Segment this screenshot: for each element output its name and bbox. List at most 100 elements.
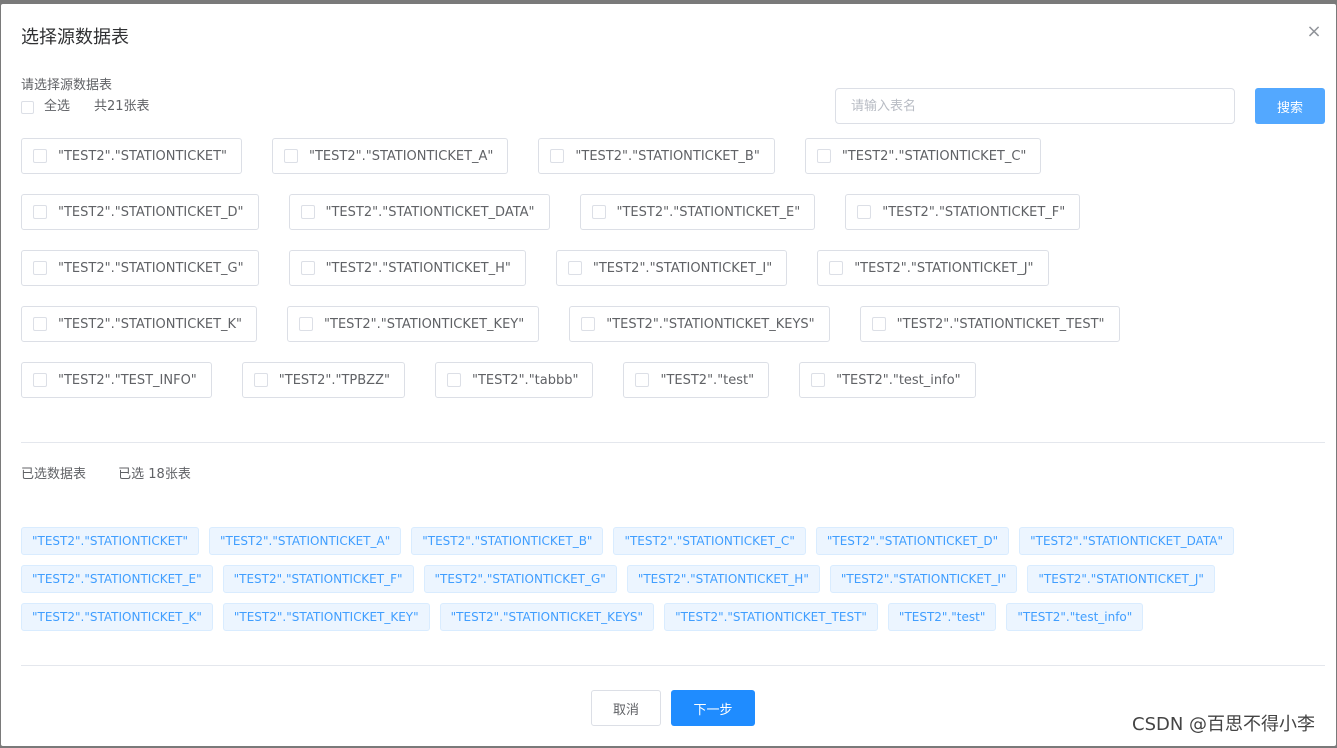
table-checkbox-label: "TEST2"."STATIONTICKET_F" — [882, 204, 1066, 220]
table-checkbox-label: "TEST2"."STATIONTICKET_B" — [575, 148, 760, 164]
table-checkbox-item[interactable]: "TEST2"."STATIONTICKET_TEST" — [859, 306, 1120, 342]
table-checkbox-label: "TEST2"."STATIONTICKET_DATA" — [325, 204, 535, 220]
selected-table-tag: "TEST2"."STATIONTICKET_K" — [21, 603, 213, 631]
selected-table-tag: "TEST2"."STATIONTICKET" — [21, 527, 199, 555]
tag-row: "TEST2"."STATIONTICKET" "TEST2"."STATIONT… — [21, 527, 1321, 555]
search-button[interactable]: 搜索 — [1255, 88, 1325, 124]
selected-table-tag: "TEST2"."STATIONTICKET_G" — [423, 565, 617, 593]
checkbox-icon[interactable] — [33, 261, 47, 275]
table-checkbox-item[interactable]: "TEST2"."STATIONTICKET_G" — [21, 250, 259, 286]
table-checkbox-label: "TEST2"."test" — [660, 372, 755, 388]
checkbox-icon[interactable] — [33, 373, 47, 387]
selected-table-tag: "TEST2"."STATIONTICKET_E" — [21, 565, 213, 593]
table-checkbox-item[interactable]: "TEST2"."STATIONTICKET_KEYS" — [569, 306, 830, 342]
selected-tag-list: "TEST2"."STATIONTICKET" "TEST2"."STATIONT… — [21, 527, 1321, 641]
checkbox-icon[interactable] — [857, 205, 872, 219]
checkbox-icon[interactable] — [33, 205, 47, 219]
checkbox-icon[interactable] — [550, 149, 565, 163]
table-checkbox-label: "TEST2"."STATIONTICKET_G" — [58, 260, 244, 276]
table-checkbox-item[interactable]: "TEST2"."STATIONTICKET_E" — [579, 194, 816, 230]
selected-table-tag: "TEST2"."STATIONTICKET_TEST" — [664, 603, 878, 631]
watermark: CSDN @百思不得小李 — [1132, 714, 1316, 735]
select-all-label: 全选 — [44, 99, 71, 114]
table-checkbox-label: "TEST2"."STATIONTICKET_I" — [592, 260, 773, 276]
next-step-button[interactable]: 下一步 — [671, 690, 755, 726]
table-checkbox-label: "TEST2"."STATIONTICKET" — [58, 148, 227, 164]
selected-table-tag: "TEST2"."test" — [887, 603, 997, 631]
select-all-checkbox[interactable]: 全选 共21张表 — [21, 99, 150, 115]
table-checkbox-item[interactable]: "TEST2"."STATIONTICKET" — [21, 138, 242, 174]
table-checkbox-item[interactable]: "TEST2"."STATIONTICKET_C" — [804, 138, 1042, 174]
table-checkbox-item[interactable]: "TEST2"."STATIONTICKET_J" — [817, 250, 1049, 286]
table-checkbox-item[interactable]: "TEST2"."STATIONTICKET_K" — [21, 306, 258, 342]
checkbox-icon[interactable] — [829, 261, 844, 275]
table-checkbox-item[interactable]: "TEST2"."STATIONTICKET_A" — [272, 138, 509, 174]
table-checkbox-label: "TEST2"."test_info" — [836, 372, 961, 388]
table-checkbox-label: "TEST2"."STATIONTICKET_A" — [309, 148, 494, 164]
table-checkbox-label: "TEST2"."tabbb" — [471, 372, 579, 388]
checkbox-icon[interactable] — [591, 205, 606, 219]
selected-table-tag: "TEST2"."STATIONTICKET_C" — [613, 527, 806, 555]
checkbox-icon[interactable] — [816, 149, 831, 163]
table-row: "TEST2"."STATIONTICKET" "TEST2"."STATIONT… — [21, 138, 1321, 174]
cancel-button[interactable]: 取消 — [591, 690, 661, 726]
table-checkbox-label: "TEST2"."STATIONTICKET_K" — [58, 316, 243, 332]
checkbox-icon[interactable] — [300, 261, 315, 275]
table-row: "TEST2"."TEST_INFO" "TEST2"."TPBZZ" "TEST2… — [21, 362, 1321, 398]
table-checkbox-item[interactable]: "TEST2"."STATIONTICKET_I" — [555, 250, 788, 286]
checkbox-icon[interactable] — [581, 317, 596, 331]
checkbox-icon[interactable] — [284, 149, 298, 163]
checkbox-icon[interactable] — [299, 317, 314, 331]
close-icon[interactable]: × — [1306, 23, 1322, 41]
checkbox-icon[interactable] — [871, 317, 886, 331]
table-checkbox-item[interactable]: "TEST2"."STATIONTICKET_H" — [288, 250, 526, 286]
tag-row: "TEST2"."STATIONTICKET_K" "TEST2"."STATIO… — [21, 603, 1321, 631]
selected-table-tag: "TEST2"."STATIONTICKET_I" — [829, 565, 1018, 593]
selected-table-tag: "TEST2"."STATIONTICKET_KEYS" — [439, 603, 655, 631]
checkbox-icon[interactable] — [253, 373, 268, 387]
table-search-input[interactable] — [835, 88, 1235, 124]
table-checkbox-item[interactable]: "TEST2"."TEST_INFO" — [21, 362, 212, 398]
table-checkbox-label: "TEST2"."STATIONTICKET_TEST" — [896, 316, 1105, 332]
section-divider — [21, 442, 1325, 443]
table-checkbox-label: "TEST2"."STATIONTICKET_H" — [325, 260, 511, 276]
source-table-list: "TEST2"."STATIONTICKET" "TEST2"."STATIONT… — [21, 138, 1321, 418]
selected-table-tag: "TEST2"."STATIONTICKET_DATA" — [1019, 527, 1235, 555]
footer-divider — [21, 665, 1325, 666]
selected-table-tag: "TEST2"."STATIONTICKET_B" — [411, 527, 604, 555]
table-checkbox-item[interactable]: "TEST2"."STATIONTICKET_B" — [538, 138, 775, 174]
table-checkbox-item[interactable]: "TEST2"."test" — [623, 362, 770, 398]
select-source-dialog: 选择源数据表 × 请选择源数据表 全选 共21张表 搜索 "TEST2"."ST… — [1, 4, 1336, 746]
checkbox-icon[interactable] — [300, 205, 315, 219]
selected-header: 已选数据表 已选 18张表 — [21, 467, 191, 483]
table-checkbox-label: "TEST2"."STATIONTICKET_C" — [841, 148, 1027, 164]
selected-table-tag: "TEST2"."STATIONTICKET_F" — [222, 565, 414, 593]
table-checkbox-item[interactable]: "TEST2"."STATIONTICKET_KEY" — [287, 306, 540, 342]
selected-table-tag: "TEST2"."STATIONTICKET_J" — [1027, 565, 1215, 593]
table-checkbox-item[interactable]: "TEST2"."STATIONTICKET_DATA" — [288, 194, 550, 230]
checkbox-icon[interactable] — [446, 373, 461, 387]
tag-row: "TEST2"."STATIONTICKET_E" "TEST2"."STATIO… — [21, 565, 1321, 593]
table-row: "TEST2"."STATIONTICKET_K" "TEST2"."STATIO… — [21, 306, 1321, 342]
selected-table-tag: "TEST2"."STATIONTICKET_A" — [209, 527, 402, 555]
selected-table-tag: "TEST2"."STATIONTICKET_D" — [815, 527, 1010, 555]
table-checkbox-label: "TEST2"."STATIONTICKET_KEY" — [324, 316, 525, 332]
table-checkbox-label: "TEST2"."STATIONTICKET_D" — [58, 204, 244, 220]
table-checkbox-item[interactable]: "TEST2"."tabbb" — [434, 362, 594, 398]
table-checkbox-item[interactable]: "TEST2"."test_info" — [799, 362, 976, 398]
checkbox-icon[interactable] — [811, 373, 826, 387]
table-checkbox-item[interactable]: "TEST2"."STATIONTICKET_F" — [845, 194, 1081, 230]
selected-table-tag: "TEST2"."STATIONTICKET_H" — [626, 565, 820, 593]
selected-table-tag: "TEST2"."STATIONTICKET_KEY" — [222, 603, 430, 631]
table-checkbox-item[interactable]: "TEST2"."STATIONTICKET_D" — [21, 194, 259, 230]
dialog-title: 选择源数据表 — [21, 27, 129, 48]
total-count-label: 共21张表 — [94, 99, 150, 114]
table-checkbox-item[interactable]: "TEST2"."TPBZZ" — [241, 362, 405, 398]
table-row: "TEST2"."STATIONTICKET_D" "TEST2"."STATIO… — [21, 194, 1321, 230]
checkbox-icon[interactable] — [33, 317, 47, 331]
checkbox-icon[interactable] — [635, 373, 650, 387]
checkbox-icon[interactable] — [33, 149, 47, 163]
checkbox-icon[interactable] — [21, 100, 34, 114]
selected-table-tag: "TEST2"."test_info" — [1006, 603, 1144, 631]
checkbox-icon[interactable] — [567, 261, 582, 275]
